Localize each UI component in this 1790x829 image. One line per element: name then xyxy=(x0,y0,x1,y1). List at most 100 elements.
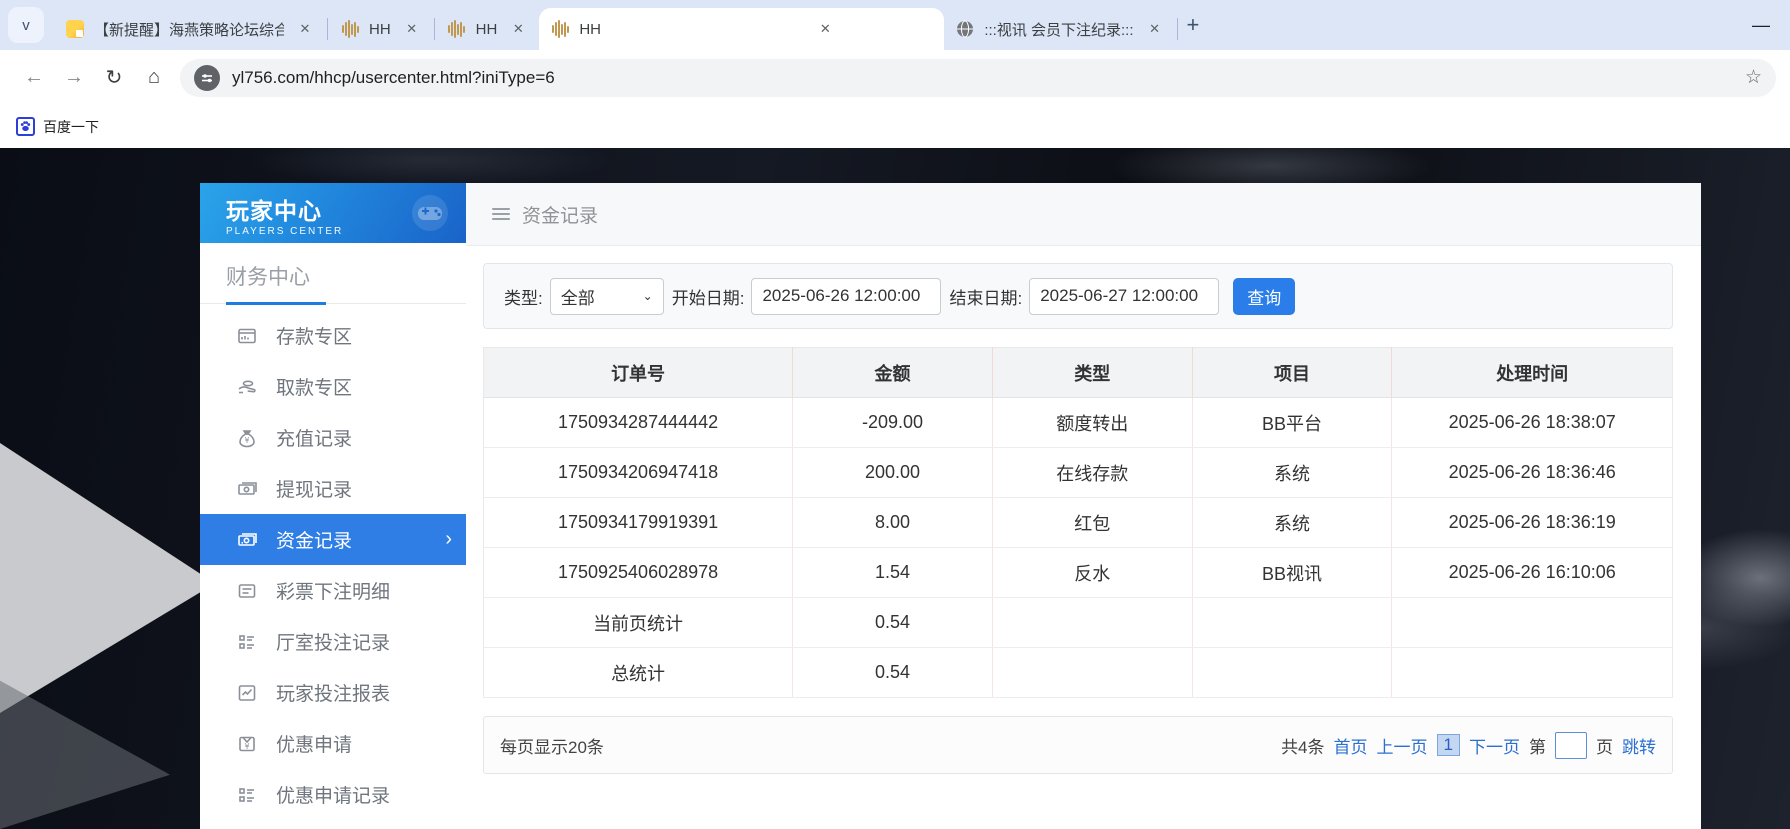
user-center-panel: 玩家中心 PLAYERS CENTER 财务中心 存款专区 取款专区 xyxy=(200,183,1701,829)
money-bag-icon: ¥ xyxy=(236,427,258,449)
sidebar-item-hall-bet-record[interactable]: 厅室投注记录 xyxy=(200,616,466,667)
window-minimize-button[interactable]: — xyxy=(1752,15,1770,36)
tab-video-records[interactable]: :::视讯 会员下注纪录::: ✕ xyxy=(944,8,1175,50)
deposit-card-icon xyxy=(236,325,258,347)
close-icon[interactable]: ✕ xyxy=(401,18,423,40)
start-date-input[interactable] xyxy=(751,278,941,315)
sidebar-item-promo-apply-record[interactable]: 优惠申请记录 xyxy=(200,769,466,820)
jump-button[interactable]: 跳转 xyxy=(1622,733,1656,758)
main-content: 资金记录 类型: 全部 ⌄ 开始日期: 结束日期: 查询 xyxy=(466,183,1701,829)
sidebar-item-label: 存款专区 xyxy=(276,322,352,349)
sidebar-item-promo-apply[interactable]: ¥ 优惠申请 xyxy=(200,718,466,769)
sidebar-item-recharge-record[interactable]: ¥ 充值记录 xyxy=(200,412,466,463)
sidebar-item-withdrawal-record[interactable]: 提现记录 xyxy=(200,463,466,514)
forum-favicon xyxy=(66,20,84,38)
url-bar[interactable]: yl756.com/hhcp/usercenter.html?iniType=6… xyxy=(180,59,1776,97)
new-tab-button[interactable]: + xyxy=(1187,12,1200,38)
cell-amount: -209.00 xyxy=(793,398,993,448)
gamepad-icon xyxy=(408,191,452,240)
bookmark-baidu[interactable]: 百度一下 xyxy=(16,117,99,137)
start-date-label: 开始日期: xyxy=(672,284,745,309)
first-page-link[interactable]: 首页 xyxy=(1334,733,1368,758)
tab-strip: v 【新提醒】海燕策略论坛综合交 ✕ HH ✕ HH ✕ HH ✕ :::视讯 … xyxy=(0,0,1790,50)
sidebar-item-deposit[interactable]: 存款专区 xyxy=(200,310,466,361)
chevron-down-icon: ⌄ xyxy=(643,289,653,303)
table-row: 1750925406028978 1.54 反水 BB视讯 2025-06-26… xyxy=(484,548,1673,598)
sidebar-item-label: 优惠申请记录 xyxy=(276,781,390,808)
sidebar-item-label: 提现记录 xyxy=(276,475,352,502)
col-process-time: 处理时间 xyxy=(1392,348,1673,398)
type-select[interactable]: 全部 ⌄ xyxy=(550,278,664,315)
jump-suffix-label: 页 xyxy=(1596,733,1613,758)
checklist-icon xyxy=(236,631,258,653)
total-count-text: 共4条 xyxy=(1281,733,1324,758)
sidebar-item-label: 取款专区 xyxy=(276,373,352,400)
site-info-icon[interactable] xyxy=(194,65,220,91)
checklist-icon xyxy=(236,784,258,806)
sidebar-section-rule xyxy=(200,303,466,304)
sidebar-item-lottery-bet-detail[interactable]: 彩票下注明细 xyxy=(200,565,466,616)
tab-hh-1[interactable]: HH ✕ xyxy=(329,8,433,50)
browser-toolbar: ← → ↻ ⌂ yl756.com/hhcp/usercenter.html?i… xyxy=(0,50,1790,105)
tab-separator xyxy=(327,18,328,40)
sidebar-item-label: 充值记录 xyxy=(276,424,352,451)
close-icon[interactable]: ✕ xyxy=(294,18,316,40)
current-page-badge[interactable]: 1 xyxy=(1437,734,1460,756)
tab-hh-2[interactable]: HH ✕ xyxy=(436,8,540,50)
cell-type: 额度转出 xyxy=(992,398,1192,448)
tab-forum[interactable]: 【新提醒】海燕策略论坛综合交 ✕ xyxy=(54,8,326,50)
chart-report-icon xyxy=(236,682,258,704)
forward-icon[interactable]: → xyxy=(54,58,94,98)
cell-amount: 8.00 xyxy=(793,498,993,548)
tab-title: :::视讯 会员下注纪录::: xyxy=(984,19,1133,40)
cell-label: 总统计 xyxy=(484,648,793,698)
list-card-icon xyxy=(236,580,258,602)
sidebar-item-label: 玩家投注报表 xyxy=(276,679,390,706)
page-size-text: 每页显示20条 xyxy=(500,733,604,758)
next-page-link[interactable]: 下一页 xyxy=(1469,733,1520,758)
page-background: 玩家中心 PLAYERS CENTER 财务中心 存款专区 取款专区 xyxy=(0,148,1790,829)
sidebar-item-withdraw[interactable]: 取款专区 xyxy=(200,361,466,412)
svg-text:¥: ¥ xyxy=(244,742,249,751)
prev-page-link[interactable]: 上一页 xyxy=(1377,733,1428,758)
banknote-icon xyxy=(236,478,258,500)
table-row-page-total: 当前页统计 0.54 xyxy=(484,598,1673,648)
close-icon[interactable]: ✕ xyxy=(1144,18,1166,40)
tab-title: HH xyxy=(476,21,498,38)
url-text[interactable]: yl756.com/hhcp/usercenter.html?iniType=6 xyxy=(232,68,555,88)
sidebar-item-fund-record[interactable]: 资金记录 › xyxy=(200,514,466,565)
cell-time: 2025-06-26 18:36:19 xyxy=(1392,498,1673,548)
bookmark-star-icon[interactable]: ☆ xyxy=(1745,66,1762,89)
col-type: 类型 xyxy=(992,348,1192,398)
filter-bar: 类型: 全部 ⌄ 开始日期: 结束日期: 查询 xyxy=(483,263,1673,329)
back-icon[interactable]: ← xyxy=(14,58,54,98)
close-icon[interactable]: ✕ xyxy=(814,18,836,40)
cell-label: 当前页统计 xyxy=(484,598,793,648)
pagination-bar: 每页显示20条 共4条 首页 上一页 1 下一页 第 页 跳转 xyxy=(483,716,1673,774)
cell-amount: 0.54 xyxy=(793,648,993,698)
reload-icon[interactable]: ↻ xyxy=(94,58,134,98)
table-row: 1750934206947418 200.00 在线存款 系统 2025-06-… xyxy=(484,448,1673,498)
sidebar-item-player-bet-report[interactable]: 玩家投注报表 xyxy=(200,667,466,718)
tab-separator xyxy=(434,18,435,40)
type-label: 类型: xyxy=(504,284,543,309)
tab-separator xyxy=(1177,18,1178,40)
tab-title: HH xyxy=(369,21,391,38)
cell-project: BB平台 xyxy=(1192,398,1392,448)
cell-order-no: 1750934206947418 xyxy=(484,448,793,498)
table-row: 1750934179919391 8.00 红包 系统 2025-06-26 1… xyxy=(484,498,1673,548)
chevron-right-icon: › xyxy=(445,528,452,551)
tab-hh-active[interactable]: HH ✕ xyxy=(539,8,944,50)
hh-wave-favicon xyxy=(448,20,466,38)
sidebar-item-label: 资金记录 xyxy=(276,526,352,553)
hamburger-icon[interactable] xyxy=(492,208,510,220)
home-icon[interactable]: ⌂ xyxy=(134,58,174,98)
col-amount: 金额 xyxy=(793,348,993,398)
cell-project: BB视讯 xyxy=(1192,548,1392,598)
end-date-input[interactable] xyxy=(1029,278,1219,315)
jump-page-input[interactable] xyxy=(1555,732,1587,759)
tab-search-chevron-icon[interactable]: v xyxy=(8,7,44,43)
query-button[interactable]: 查询 xyxy=(1233,278,1295,315)
players-center-banner: 玩家中心 PLAYERS CENTER xyxy=(200,183,466,243)
close-icon[interactable]: ✕ xyxy=(507,18,529,40)
